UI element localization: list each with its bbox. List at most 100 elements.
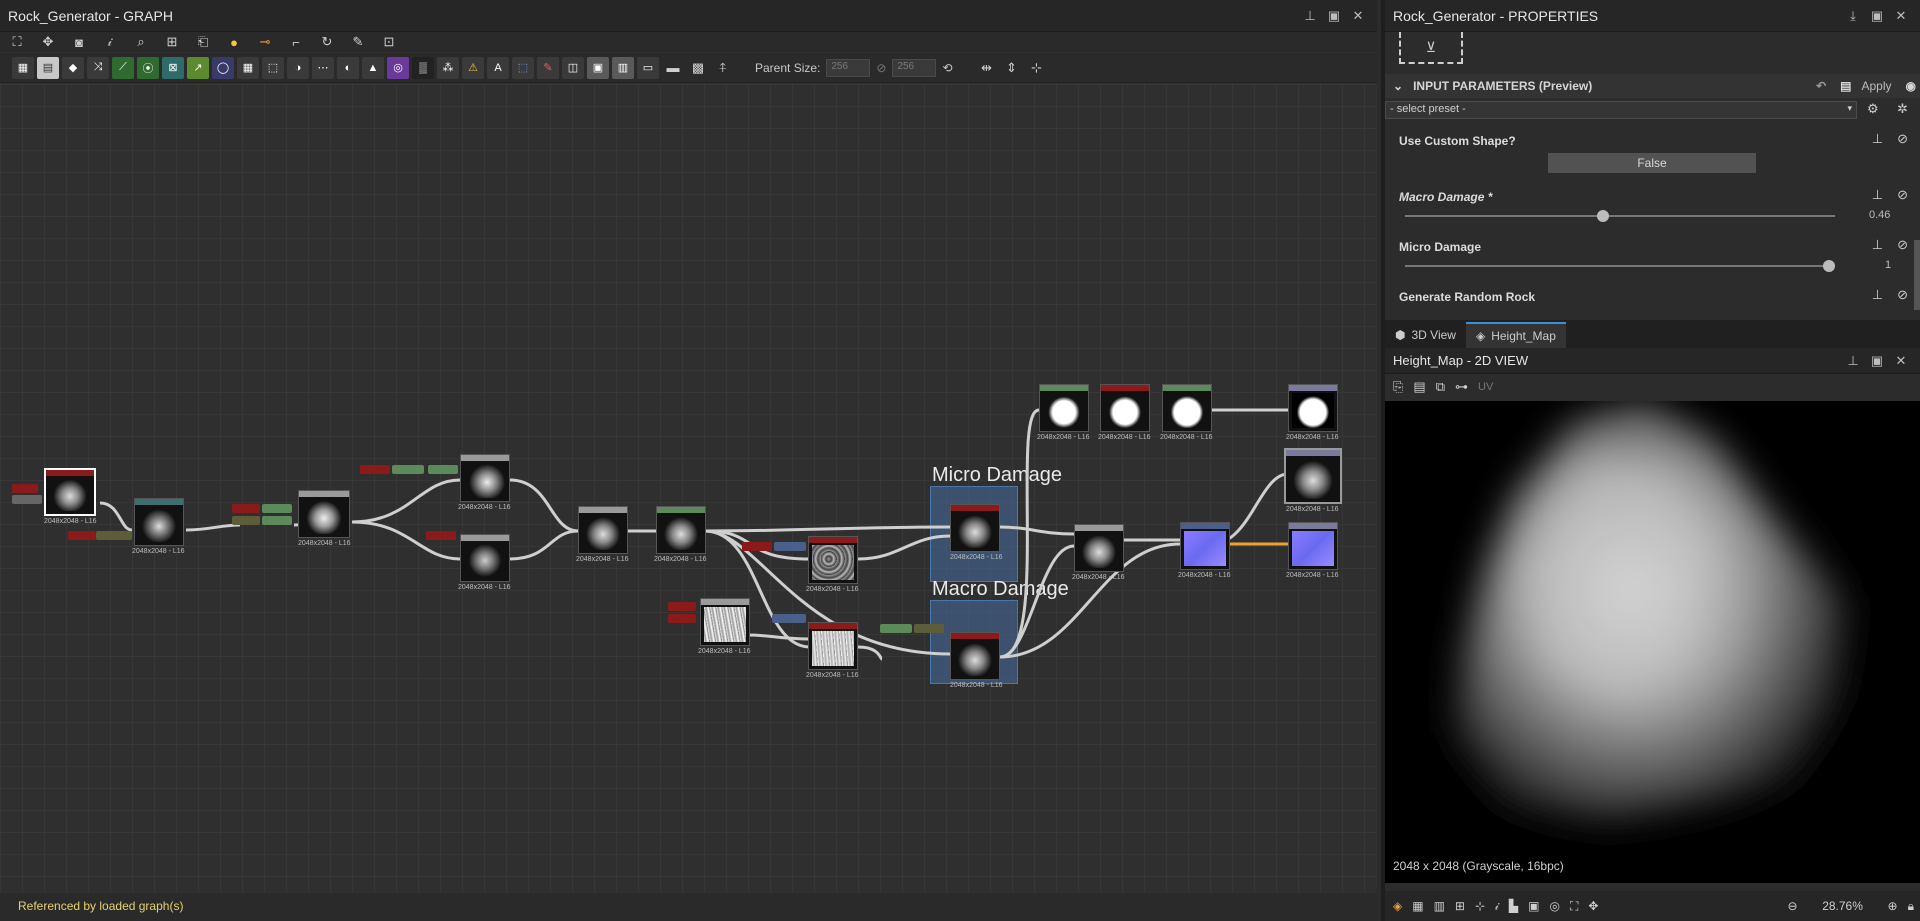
link-size-icon[interactable]: ⊘	[876, 61, 886, 75]
zoom-out-icon[interactable]: ⊖	[1787, 899, 1797, 913]
pin-node-icon[interactable]: ⍏	[712, 57, 734, 79]
graph-output-opacity-mask[interactable]	[1288, 384, 1338, 432]
fit-icon[interactable]: ⛶	[1570, 899, 1578, 914]
graph-node-multi-directional[interactable]	[44, 468, 96, 516]
align-vertical-icon[interactable]: ⇕	[1001, 57, 1023, 79]
histogram-node-icon[interactable]: ▲	[362, 56, 384, 79]
reset-icon[interactable]: ⊘	[1897, 131, 1908, 147]
graph-node-blend-4[interactable]	[578, 506, 628, 554]
channels-icon[interactable]: ▥	[1434, 899, 1445, 913]
tile-node-icon[interactable]: ▦	[237, 56, 259, 79]
color-picker-icon[interactable]: ◎	[1550, 899, 1560, 913]
input-tile-pill[interactable]	[262, 504, 292, 513]
eye-icon[interactable]: ◉	[1906, 79, 1916, 93]
undo-icon[interactable]: ↶	[1816, 79, 1826, 93]
input-polygon2-pill[interactable]	[232, 504, 260, 513]
input-polygon3-pill[interactable]	[360, 465, 390, 474]
input-polygon-pill[interactable]	[12, 484, 38, 493]
warning-icon[interactable]: ⚠	[462, 56, 484, 79]
properties-scrollbar[interactable]	[1914, 240, 1920, 310]
bitmap-node-icon[interactable]: ▦	[12, 56, 34, 79]
graph-output-normal-map[interactable]	[1288, 522, 1338, 570]
text-node-icon[interactable]: A	[487, 56, 509, 79]
info-icon[interactable]: 𝒾	[1495, 899, 1499, 914]
copy-icon[interactable]: ⧉	[1436, 379, 1445, 395]
input-gradient-pill[interactable]	[232, 516, 260, 525]
tiling-icon[interactable]: ⊹	[1475, 899, 1485, 913]
close-icon[interactable]: ✕	[1894, 8, 1908, 24]
export-image-icon[interactable]: ⎘	[1393, 379, 1403, 395]
input-level3-pill[interactable]	[880, 624, 912, 633]
graph-node-height-blend-noise[interactable]	[808, 536, 858, 584]
graph-node-micro-damage[interactable]	[950, 504, 1000, 552]
levels-node-icon[interactable]: ⦿	[137, 56, 159, 79]
input-tile2-pill[interactable]	[392, 465, 424, 474]
input-clouds2-pill[interactable]	[668, 614, 696, 623]
input-transform-pill[interactable]	[774, 542, 806, 551]
pin-icon[interactable]: ⊥	[1872, 131, 1883, 147]
zoom-in-icon[interactable]: ⊕	[1888, 899, 1898, 913]
color-wheel-icon[interactable]: ◎	[387, 56, 409, 79]
search-icon[interactable]: ⌕	[130, 31, 152, 53]
curve-node-icon[interactable]: ⟋	[112, 56, 134, 79]
graph-node-blend-2[interactable]	[460, 454, 510, 502]
save-preset-icon[interactable]: ▤	[1840, 79, 1851, 93]
blend-node-icon[interactable]: ⤨	[87, 56, 109, 79]
input-perlin-pill[interactable]	[68, 531, 96, 540]
graph-node-height-blend-top[interactable]	[1100, 384, 1150, 432]
histogram-icon[interactable]: ▙	[1509, 899, 1518, 913]
input-blur2-pill[interactable]	[914, 624, 944, 633]
graph-node-normal[interactable]	[1180, 522, 1230, 570]
2d-viewport[interactable]: 2048 x 2048 (Grayscale, 16bpc)	[1385, 401, 1920, 883]
graph-node-levels-1[interactable]	[656, 506, 706, 554]
zoom-value[interactable]: 28.76%	[1808, 899, 1878, 913]
graph-node-blend-1[interactable]	[298, 490, 350, 538]
reset-icon[interactable]: ⊘	[1897, 187, 1908, 203]
preset-select[interactable]: - select preset - ▾	[1385, 101, 1857, 119]
paint-node-icon[interactable]: ✎	[537, 56, 559, 79]
shape-node-icon[interactable]: ◯	[212, 56, 234, 79]
graph-node-directional-warp[interactable]	[134, 498, 184, 546]
refresh-icon[interactable]: ↻	[316, 31, 338, 53]
parent-size-select-2[interactable]: 256	[892, 58, 937, 77]
settings-gear-icon[interactable]: ✲	[1897, 101, 1908, 117]
fill-node-icon[interactable]: ⬚	[262, 56, 284, 79]
apply-button[interactable]: Apply	[1861, 79, 1891, 93]
macro-damage-value[interactable]: 0.46	[1869, 209, 1890, 221]
info-icon[interactable]: 𝒾	[99, 31, 121, 53]
pin-icon[interactable]: ⊥	[1872, 187, 1883, 203]
pin-icon[interactable]: ⊥	[1872, 237, 1883, 253]
snap-grid-icon[interactable]: ⊹	[1026, 57, 1048, 79]
input-level-pill[interactable]	[262, 516, 292, 525]
graph-node-levels-top[interactable]	[1039, 384, 1089, 432]
wrench-icon[interactable]: ✎	[347, 31, 369, 53]
input-level2-pill[interactable]	[428, 465, 458, 474]
graph-canvas[interactable]: Micro Damage Macro Damage 2048x2048 - L1…	[0, 84, 1377, 904]
camera-icon[interactable]: ◙	[68, 31, 90, 53]
layout-icon[interactable]: ⊞	[161, 31, 183, 53]
pin-icon[interactable]: ⊥	[1872, 287, 1883, 303]
graph-node-blend-final[interactable]	[1074, 524, 1124, 572]
dots-node-icon[interactable]: ⋯	[312, 56, 334, 79]
maximize-icon[interactable]: ▣	[1870, 353, 1884, 369]
input-custom-pill[interactable]	[12, 495, 42, 504]
input-gradient2-pill[interactable]	[426, 531, 456, 540]
input-transform2-pill[interactable]	[772, 614, 806, 623]
align-horizontal-icon[interactable]: ⇹	[976, 57, 998, 79]
graph-node-blend-3[interactable]	[460, 534, 510, 582]
screenshot-icon[interactable]: ▩	[687, 57, 709, 79]
frame-all-icon[interactable]: ⛶	[6, 31, 28, 53]
pin-icon[interactable]: ⤓	[1846, 8, 1860, 24]
graph-node-height-blend-grunge[interactable]	[808, 622, 858, 670]
collapse-icon[interactable]: ⌄	[1393, 79, 1403, 93]
warp-node-icon[interactable]: ↗	[187, 56, 209, 79]
pixel-processor-icon[interactable]: ⁂	[437, 56, 459, 79]
input-clouds-pill[interactable]	[742, 542, 772, 551]
random-node-icon[interactable]: ▒	[412, 56, 434, 79]
save-icon[interactable]: ▤	[1413, 379, 1425, 395]
frame-node-icon[interactable]: ⬚	[512, 56, 534, 79]
display-icon[interactable]: ▣	[1528, 899, 1539, 913]
pin-icon[interactable]: ⊥	[1846, 353, 1860, 369]
tab-3d-view[interactable]: ⬢ 3D View	[1385, 322, 1466, 348]
export-icon[interactable]: ⎗	[192, 31, 214, 53]
